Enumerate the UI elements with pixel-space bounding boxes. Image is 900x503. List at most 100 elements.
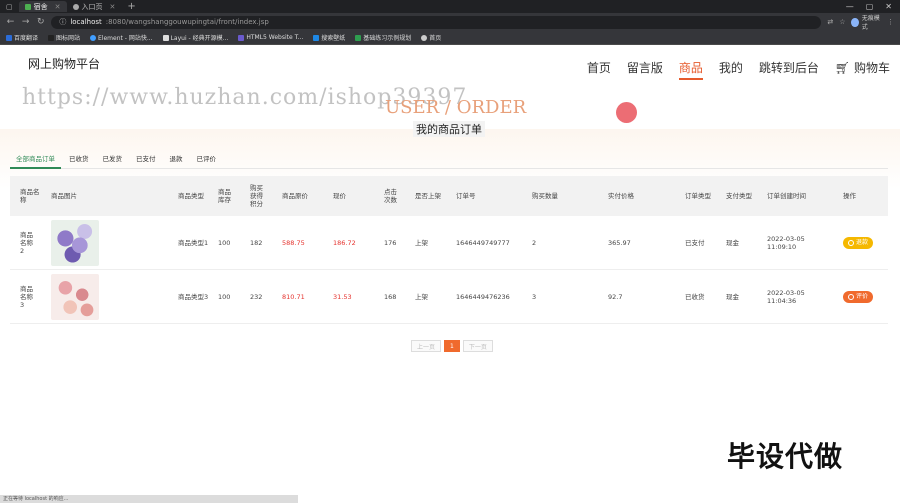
bookmark-label: 首页 [429, 35, 442, 42]
cell-points: 232 [250, 292, 263, 301]
nav-cart[interactable]: 🛒︎ 购物车 [835, 59, 890, 80]
reload-icon[interactable]: ↻ [36, 17, 45, 27]
cell-qty: 3 [532, 292, 537, 301]
review-icon [848, 293, 854, 300]
column-header: 点击次数 [384, 187, 397, 204]
refund-button[interactable]: 退款 [843, 236, 874, 249]
cell-orig-price: 810.71 [282, 292, 305, 301]
table-row: 商品名称2 商品类型1 100 182 588.75 186.72 176 上架… [10, 216, 888, 270]
info-icon[interactable]: ⓘ [59, 17, 66, 27]
column-header: 订单创建时间 [767, 191, 806, 200]
nav-messages[interactable]: 留言版 [627, 59, 663, 80]
tab-favicon-icon [72, 3, 79, 10]
table-row: 商品名称3 商品类型3 100 232 810.71 31.53 168 上架 … [10, 270, 888, 324]
column-header: 购买数量 [532, 191, 558, 200]
status-bar: 正在等待 localhost 的响应... [0, 495, 298, 503]
bookmark-label: 百度翻译 [14, 35, 39, 42]
column-header: 商品库存 [218, 187, 231, 204]
review-button[interactable]: 评价 [843, 290, 874, 303]
profile-button[interactable]: 无痕模式 [851, 13, 881, 31]
translate-icon[interactable]: ⇄ [827, 18, 833, 26]
tab-received[interactable]: 已收货 [63, 149, 95, 169]
cell-qty: 2 [532, 238, 537, 247]
cell-listed: 上架 [415, 292, 428, 301]
back-icon[interactable]: ← [6, 17, 15, 27]
table-header: 商品名称 商品图片 商品类型 商品库存 购买获得积分 商品原价 现价 点击次数 … [10, 176, 888, 216]
close-tab-icon[interactable]: ✕ [106, 3, 116, 11]
bookmark-icon [355, 34, 362, 41]
page-button-current[interactable]: 1 [444, 340, 460, 352]
tab-reviewed[interactable]: 已评价 [191, 149, 223, 169]
cell-paid: 365.97 [608, 238, 631, 247]
column-header: 订单类型 [685, 191, 711, 200]
bookmark-star-icon[interactable]: ☆ [839, 18, 845, 26]
column-header: 订单号 [456, 191, 476, 200]
next-page-button[interactable]: 下一页 [462, 340, 493, 352]
bookmark-item[interactable]: 图标网站 [48, 33, 80, 42]
bookmark-item[interactable]: Element - 网站快... [90, 33, 153, 42]
browser-tab-2[interactable]: 入口页 ✕ [67, 1, 122, 12]
section-title-cn: 我的商品订单 [413, 121, 485, 137]
window-menu-icon[interactable]: ▢ [0, 1, 19, 12]
bookmark-label: Element - 网站快... [98, 35, 153, 42]
bookmark-icon [6, 34, 12, 41]
bookmark-item[interactable]: 百度翻译 [6, 33, 38, 42]
cell-pay-type: 现金 [726, 292, 739, 301]
bookmark-icon [313, 34, 320, 41]
tab-shipped[interactable]: 已发货 [97, 149, 129, 169]
url-host: localhost [70, 18, 102, 26]
cell-pay-type: 现金 [726, 238, 739, 247]
maximize-icon[interactable]: ▢ [866, 2, 874, 11]
cell-price: 186.72 [333, 238, 356, 247]
orders-table: 商品名称 商品图片 商品类型 商品库存 购买获得积分 商品原价 现价 点击次数 … [10, 176, 888, 324]
refund-label: 退款 [856, 238, 869, 246]
product-image[interactable] [51, 273, 99, 320]
bookmark-item[interactable]: Layui - 经典开源模... [162, 33, 229, 42]
browser-tab-1[interactable]: 宿舍 ✕ [18, 1, 67, 12]
cell-name: 商品名称2 [20, 230, 33, 255]
bookmark-label: Layui - 经典开源模... [170, 35, 229, 42]
bookmark-item[interactable]: 首页 [421, 33, 441, 42]
close-window-icon[interactable]: ✕ [885, 2, 892, 11]
bookmark-item[interactable]: HTML5 Website T... [238, 34, 303, 41]
bookmark-item[interactable]: 搜索壁纸 [313, 33, 345, 42]
close-tab-icon[interactable]: ✕ [51, 3, 61, 11]
tab-all-orders[interactable]: 全部商品订单 [10, 149, 61, 169]
url-input[interactable]: ⓘ localhost:8080/wangshanggouwupingtai/f… [51, 15, 822, 29]
mouse-cursor-highlight [616, 102, 637, 123]
nav-home[interactable]: 首页 [587, 59, 611, 80]
column-header: 支付类型 [726, 191, 752, 200]
tab-refund[interactable]: 退款 [164, 149, 189, 169]
review-label: 评价 [856, 292, 869, 300]
product-image[interactable] [51, 219, 99, 266]
nav-mine[interactable]: 我的 [719, 59, 743, 80]
tab-favicon-icon [24, 3, 31, 10]
page-content: 网上购物平台 首页 留言版 商品 我的 跳转到后台 🛒︎ 购物车 https:/… [0, 45, 900, 495]
product-thumbnail [51, 273, 99, 320]
browser-tab-bar: ▢ 宿舍 ✕ 入口页 ✕ + — ▢ ✕ [0, 0, 900, 13]
cell-clicks: 176 [384, 238, 397, 247]
bookmark-icon [90, 34, 97, 41]
nav-products[interactable]: 商品 [678, 59, 703, 80]
cell-price: 31.53 [333, 292, 352, 301]
cell-order-type: 已收货 [685, 292, 705, 301]
site-brand[interactable]: 网上购物平台 [28, 55, 100, 72]
top-nav: 首页 留言版 商品 我的 跳转到后台 🛒︎ 购物车 [587, 59, 890, 80]
bookmark-item[interactable]: 基础练习示例规划 [355, 33, 411, 42]
column-header: 实付价格 [608, 191, 634, 200]
tab-paid[interactable]: 已支付 [130, 149, 162, 169]
minimize-icon[interactable]: — [846, 2, 854, 11]
pagination: 上一页 1 下一页 [411, 340, 493, 352]
new-tab-button[interactable]: + [121, 1, 141, 12]
overlay-text: 毕设代做 [727, 440, 844, 473]
nav-admin[interactable]: 跳转到后台 [759, 59, 819, 80]
profile-label: 无痕模式 [861, 15, 880, 31]
prev-page-button[interactable]: 上一页 [411, 340, 442, 352]
forward-icon[interactable]: → [21, 17, 30, 27]
bottom-strip [298, 495, 900, 503]
created-time: 11:04:36 [767, 296, 797, 305]
bookmark-label: 搜索壁纸 [321, 35, 346, 42]
created-time: 11:09:10 [767, 242, 797, 251]
menu-dots-icon[interactable]: ⋮ [887, 18, 894, 26]
cell-points: 182 [250, 238, 263, 247]
